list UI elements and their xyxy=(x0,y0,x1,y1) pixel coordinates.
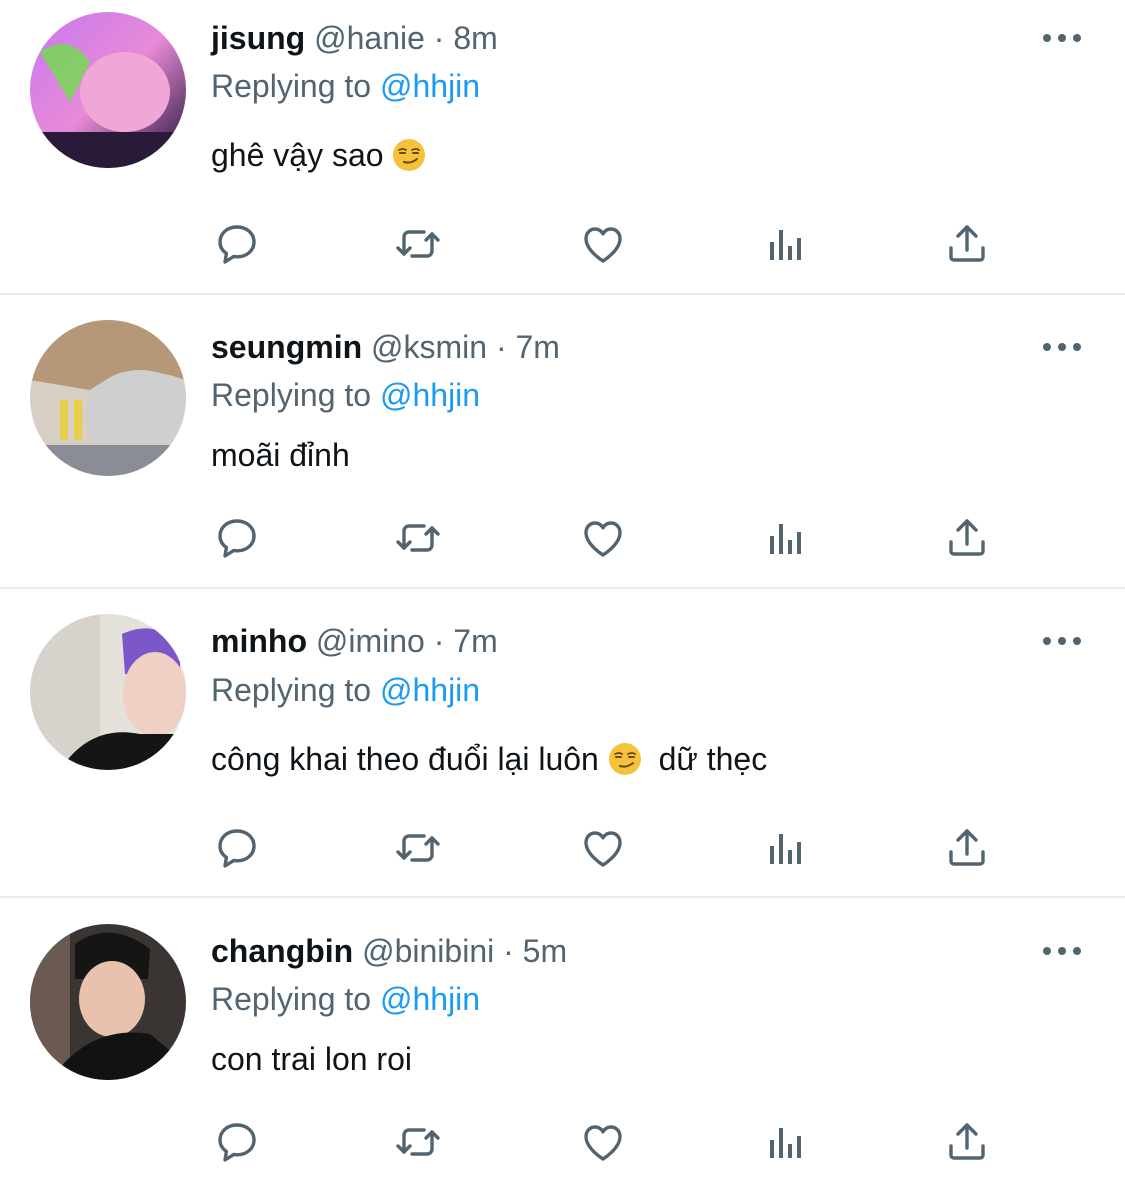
avatar[interactable] xyxy=(30,924,186,1080)
separator-dot: · xyxy=(433,20,445,56)
replying-to-label: Replying to xyxy=(211,981,372,1017)
display-name[interactable]: seungmin xyxy=(211,329,362,365)
avatar[interactable] xyxy=(30,614,186,770)
separator-dot: · xyxy=(503,933,514,969)
timestamp[interactable]: 8m xyxy=(453,20,497,56)
mention-link[interactable]: @hhjin xyxy=(380,672,480,708)
share-icon[interactable] xyxy=(943,1118,991,1166)
user-handle[interactable]: @ksmin xyxy=(371,329,487,365)
more-icon[interactable] xyxy=(1040,631,1084,651)
display-name[interactable]: jisung xyxy=(211,20,305,56)
display-name[interactable]: changbin xyxy=(211,933,353,969)
like-icon[interactable] xyxy=(579,514,627,562)
divider xyxy=(0,587,1125,589)
share-icon[interactable] xyxy=(943,220,991,268)
analytics-icon[interactable] xyxy=(762,824,810,872)
reply-icon[interactable] xyxy=(213,514,261,562)
avatar[interactable] xyxy=(30,12,186,168)
mention-link[interactable]: @hhjin xyxy=(380,68,480,104)
analytics-icon[interactable] xyxy=(762,220,810,268)
share-icon[interactable] xyxy=(943,824,991,872)
tweet-text: con trai lon roi xyxy=(211,1041,412,1077)
like-icon[interactable] xyxy=(579,824,627,872)
mention-link[interactable]: @hhjin xyxy=(380,377,480,413)
reply-icon[interactable] xyxy=(213,824,261,872)
user-handle[interactable]: @imino xyxy=(316,623,425,659)
reply-tweet[interactable]: seungmin @ksmin · 7m Replying to @hhjin … xyxy=(0,296,1125,588)
like-icon[interactable] xyxy=(579,1118,627,1166)
replying-to-label: Replying to xyxy=(211,68,372,104)
retweet-icon[interactable] xyxy=(394,1118,442,1166)
divider xyxy=(0,896,1125,898)
display-name[interactable]: minho xyxy=(211,623,307,659)
separator-dot: · xyxy=(433,623,445,659)
more-icon[interactable] xyxy=(1040,337,1084,357)
replying-to-label: Replying to xyxy=(211,672,372,708)
avatar[interactable] xyxy=(30,320,186,476)
reply-tweet[interactable]: minho @imino · 7m Replying to @hhjin côn… xyxy=(0,590,1125,896)
reply-tweet[interactable]: changbin @binibini · 5m Replying to @hhj… xyxy=(0,899,1125,1190)
reply-icon[interactable] xyxy=(213,1118,261,1166)
analytics-icon[interactable] xyxy=(762,514,810,562)
divider xyxy=(0,293,1125,295)
user-handle[interactable]: @binibini xyxy=(362,933,494,969)
separator-dot: · xyxy=(495,329,507,365)
more-icon[interactable] xyxy=(1040,28,1084,48)
timestamp[interactable]: 7m xyxy=(516,329,560,365)
reply-tweet[interactable]: jisung @hanie · 8m Replying to @hhjin gh… xyxy=(0,0,1125,294)
timestamp[interactable]: 5m xyxy=(523,933,567,969)
mention-link[interactable]: @hhjin xyxy=(380,981,480,1017)
replying-to-label: Replying to xyxy=(211,377,372,413)
share-icon[interactable] xyxy=(943,514,991,562)
analytics-icon[interactable] xyxy=(762,1118,810,1166)
retweet-icon[interactable] xyxy=(394,220,442,268)
tweet-text: moãi đỉnh xyxy=(211,437,350,473)
tweet-text: công khai theo đuổi lại luôn xyxy=(211,741,599,777)
retweet-icon[interactable] xyxy=(394,824,442,872)
timestamp[interactable]: 7m xyxy=(453,623,497,659)
smirking-face-icon xyxy=(608,742,642,776)
tweet-text: ghê vậy sao xyxy=(211,137,384,173)
user-handle[interactable]: @hanie xyxy=(314,20,425,56)
retweet-icon[interactable] xyxy=(394,514,442,562)
like-icon[interactable] xyxy=(579,220,627,268)
more-icon[interactable] xyxy=(1040,941,1084,961)
tweet-text-tail: dữ thẹc xyxy=(658,741,768,777)
reply-icon[interactable] xyxy=(213,220,261,268)
smirking-face-icon xyxy=(392,138,426,172)
